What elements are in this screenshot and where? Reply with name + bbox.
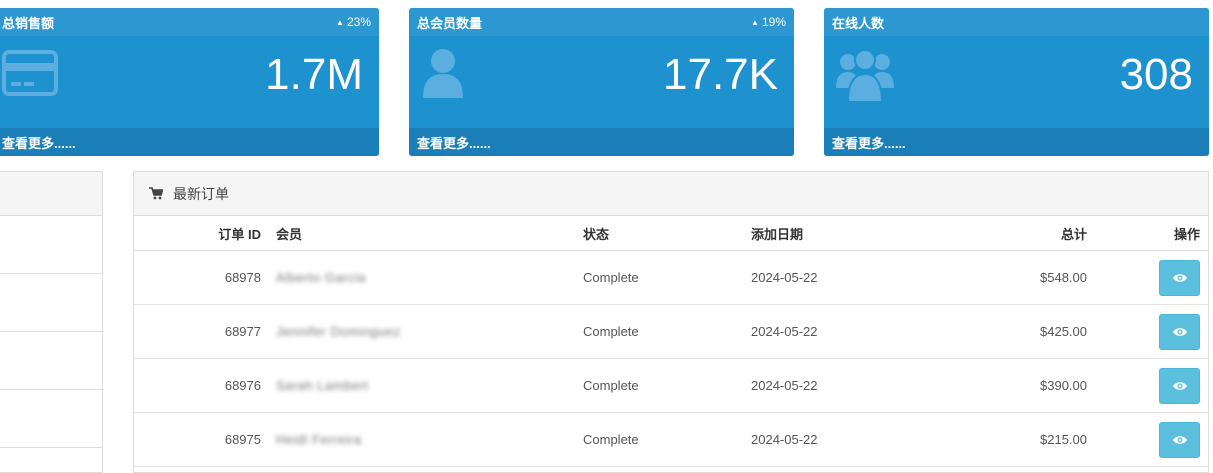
users-icon	[836, 48, 894, 107]
order-total: $215.00	[941, 412, 1087, 467]
table-header-row: 订单 ID 会员 状态 添加日期 总计 操作	[134, 216, 1208, 251]
order-date: 2024-05-22	[751, 304, 941, 359]
tile-more-link[interactable]: 查看更多......	[824, 128, 1209, 156]
table-row: 68977 Jennifer Dominguez Complete 2024-0…	[134, 304, 1208, 359]
tile-title: 在线人数	[832, 15, 885, 31]
orders-table: 订单 ID 会员 状态 添加日期 总计 操作 68978 Alberto Gar…	[134, 216, 1208, 467]
tile-total-sales: 总销售额 ▲ 23% 1.7M 查看更多......	[0, 8, 379, 156]
table-row: 68975 Heidi Ferreira Complete 2024-05-22…	[134, 412, 1208, 467]
column-header-action: 操作	[1087, 216, 1208, 251]
left-panel-row	[0, 332, 102, 390]
left-panel-row	[0, 216, 102, 274]
order-action-cell	[1087, 250, 1208, 305]
eye-icon	[1172, 381, 1187, 390]
orders-header: 最新订单	[134, 172, 1208, 216]
tile-header: 在线人数	[824, 8, 1209, 36]
order-action-cell	[1087, 304, 1208, 359]
column-header-order-id[interactable]: 订单 ID	[134, 216, 265, 251]
order-id: 68976	[134, 358, 265, 413]
order-date: 2024-05-22	[751, 358, 941, 413]
view-order-button[interactable]	[1159, 259, 1200, 296]
tile-more-link[interactable]: 查看更多......	[409, 128, 794, 156]
view-order-button[interactable]	[1159, 421, 1200, 458]
order-id: 68975	[134, 412, 265, 467]
tile-title: 总销售额	[2, 15, 55, 31]
orders-title: 最新订单	[173, 185, 229, 202]
left-panel-row	[0, 390, 102, 448]
column-header-date-added[interactable]: 添加日期	[751, 216, 941, 251]
latest-orders-panel: 最新订单 订单 ID 会员 状态 添加日期 总计 操作 68978 Albert…	[133, 171, 1209, 473]
tile-total-members: 总会员数量 ▲ 19% 17.7K 查看更多......	[409, 8, 794, 156]
tile-header: 总会员数量 ▲ 19%	[409, 8, 794, 36]
tile-delta: ▲ 23%	[336, 15, 371, 29]
order-date: 2024-05-22	[751, 250, 941, 305]
view-order-button[interactable]	[1159, 313, 1200, 350]
column-header-total[interactable]: 总计	[941, 216, 1087, 251]
tile-online-users: 在线人数 308 查看更多......	[824, 8, 1209, 156]
order-status: Complete	[583, 412, 751, 467]
caret-up-icon: ▲	[336, 17, 344, 27]
order-total: $548.00	[941, 250, 1087, 305]
tile-body: 308	[824, 36, 1209, 128]
left-panel-row	[0, 274, 102, 332]
tile-more-link[interactable]: 查看更多......	[0, 128, 379, 156]
eye-icon	[1172, 435, 1187, 444]
view-order-button[interactable]	[1159, 367, 1200, 404]
order-member: Sarah Lambert	[265, 358, 583, 413]
order-id: 68978	[134, 250, 265, 305]
eye-icon	[1172, 327, 1187, 336]
order-total: $390.00	[941, 358, 1087, 413]
order-status: Complete	[583, 358, 751, 413]
order-member: Heidi Ferreira	[265, 412, 583, 467]
tile-value: 17.7K	[663, 50, 778, 99]
order-action-cell	[1087, 358, 1208, 413]
order-action-cell	[1087, 412, 1208, 467]
order-member: Jennifer Dominguez	[265, 304, 583, 359]
tile-value: 308	[1119, 50, 1193, 99]
order-status: Complete	[583, 304, 751, 359]
column-header-member[interactable]: 会员	[265, 216, 583, 251]
order-date: 2024-05-22	[751, 412, 941, 467]
order-id: 68977	[134, 304, 265, 359]
order-total: $425.00	[941, 304, 1087, 359]
table-row: 68976 Sarah Lambert Complete 2024-05-22 …	[134, 358, 1208, 413]
tile-title: 总会员数量	[417, 15, 483, 31]
table-row: 68978 Alberto Garcia Complete 2024-05-22…	[134, 250, 1208, 305]
tile-body: 1.7M	[0, 36, 379, 128]
left-panel-header	[0, 172, 102, 216]
left-panel	[0, 171, 103, 473]
tile-delta: ▲ 19%	[751, 15, 786, 29]
column-header-status[interactable]: 状态	[583, 216, 751, 251]
shopping-cart-icon	[149, 187, 163, 200]
tile-delta-value: 23%	[346, 15, 371, 29]
tile-value: 1.7M	[265, 50, 363, 99]
tile-delta-value: 19%	[761, 15, 786, 29]
order-member: Alberto Garcia	[265, 250, 583, 305]
caret-up-icon: ▲	[751, 17, 759, 27]
eye-icon	[1172, 273, 1187, 282]
tile-body: 17.7K	[409, 36, 794, 128]
user-icon	[421, 46, 465, 105]
order-status: Complete	[583, 250, 751, 305]
credit-card-icon	[2, 50, 58, 101]
tile-header: 总销售额 ▲ 23%	[0, 8, 379, 36]
